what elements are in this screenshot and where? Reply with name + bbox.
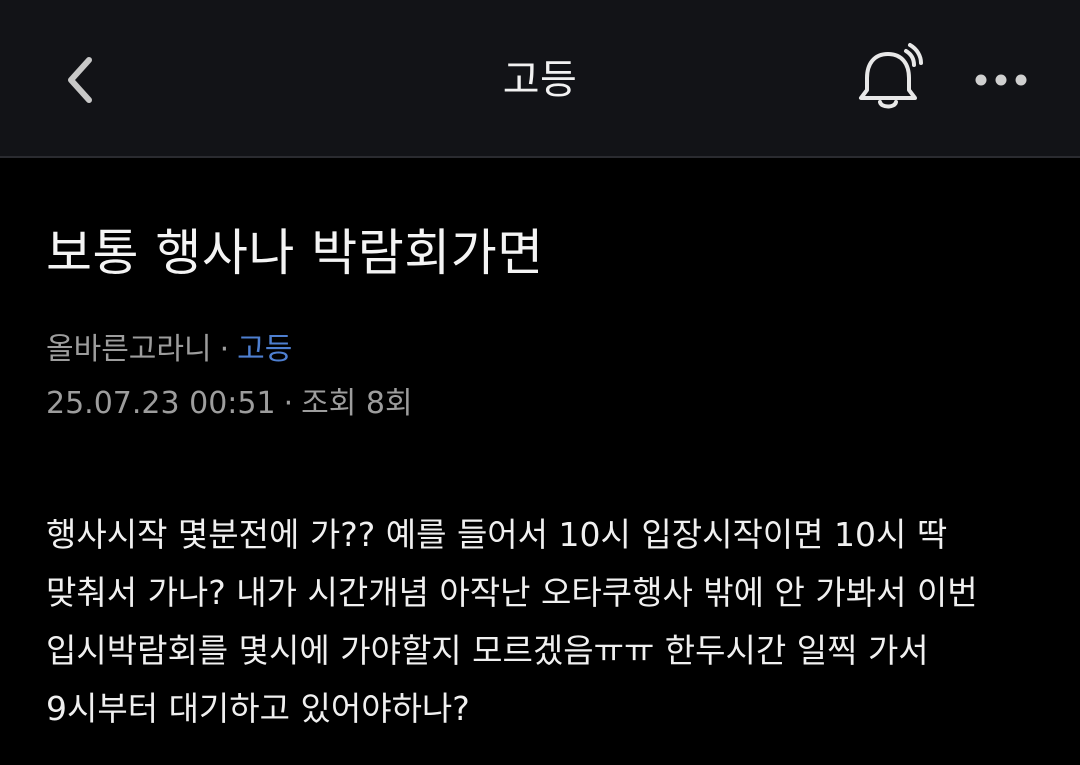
bell-ringing-icon [859,43,923,109]
meta-separator: · [219,332,230,367]
board-link[interactable]: 고등 [237,332,292,367]
top-navigation-bar: 고등 [0,0,1080,158]
post-title: 보통 행사나 박람회가면 [46,224,544,282]
post-datetime: 25.07.23 00:51 [46,386,276,421]
post-body: 행사시작 몇분전에 가?? 예를 들어서 10시 입장시작이면 10시 딱 맞춰… [46,515,978,728]
post-content: 보통 행사나 박람회가면 올바른고라니 · 고등 25.07.23 00:51 · 조회… [0,158,1080,738]
more-options-button[interactable] [970,58,1032,102]
more-horizontal-icon [975,74,1027,86]
author-name[interactable]: 올바른고라니 [46,332,212,367]
post-author-line: 올바른고라니 · 고등 [46,328,1034,372]
notification-button[interactable] [852,42,926,114]
view-count: 조회 8회 [301,386,413,421]
meta-separator: · [283,386,294,421]
post-info-line: 25.07.23 00:51 · 조회 8회 [46,382,1034,426]
